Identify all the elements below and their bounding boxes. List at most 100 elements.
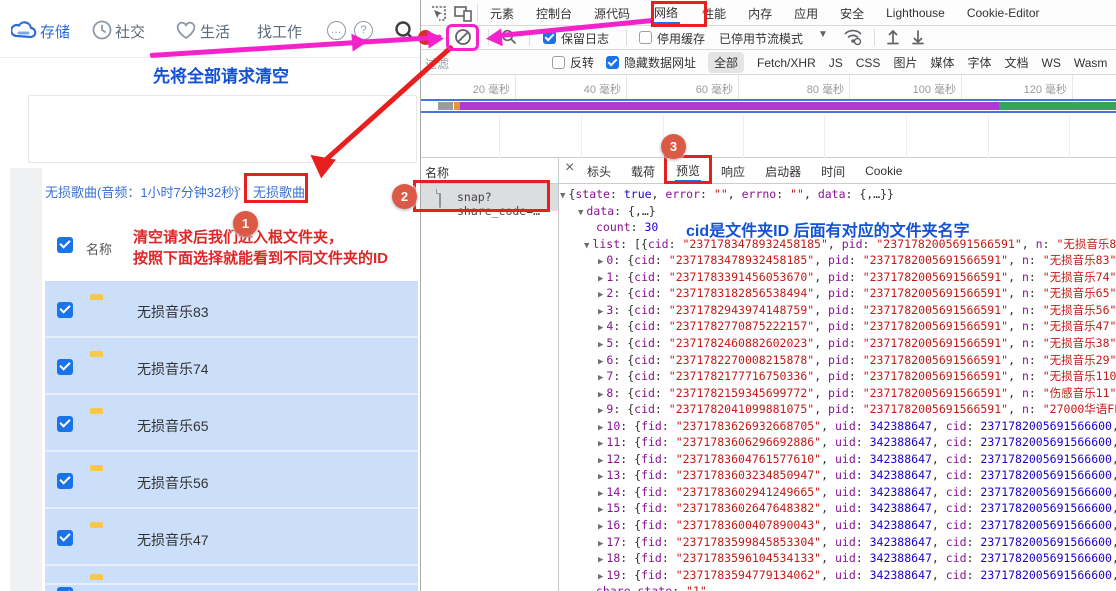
folder-row[interactable] — [45, 566, 418, 585]
band-gridline — [581, 115, 582, 158]
invert-label[interactable]: 反转 — [570, 54, 594, 71]
folder-name[interactable]: 无损音乐56 — [137, 473, 209, 493]
breadcrumb-root[interactable]: 无损歌曲(音频：1小时7分钟32秒) — [45, 182, 239, 201]
ruler-tick — [961, 75, 962, 99]
disable-cache-checkbox[interactable] — [639, 31, 652, 44]
tab-Lighthouse[interactable]: Lighthouse — [886, 6, 945, 20]
row-checkbox[interactable] — [57, 473, 73, 489]
folder-name[interactable]: 无损音乐65 — [137, 416, 209, 436]
filter-chip-Fetch/XHR[interactable]: Fetch/XHR — [757, 56, 816, 70]
row-checkbox[interactable] — [57, 530, 73, 546]
filter-chip-WS[interactable]: WS — [1042, 56, 1061, 70]
request-name-header[interactable]: 名称 — [425, 164, 449, 181]
filter-chip-CSS[interactable]: CSS — [856, 56, 881, 70]
clock-icon — [92, 20, 112, 40]
filter-chip-字体[interactable]: 字体 — [967, 54, 991, 71]
step-badge-1: 1 — [233, 211, 258, 236]
ruler-tick — [849, 75, 850, 99]
timeline-ruler — [421, 75, 1116, 100]
tab-Cookie-Editor[interactable]: Cookie-Editor — [967, 6, 1040, 20]
band-gridline — [988, 115, 989, 158]
json-preview[interactable]: ▼{state: true, error: "", errno: "", dat… — [558, 186, 1116, 591]
nav-life[interactable]: 生活 — [200, 21, 230, 42]
more-ellipsis-icon[interactable]: … — [327, 21, 346, 40]
filter-chip-文档[interactable]: 文档 — [1004, 54, 1028, 71]
tab-内存[interactable]: 内存 — [748, 5, 772, 22]
nav-social[interactable]: 社交 — [115, 21, 145, 42]
ruler-label: 80 毫秒 — [807, 81, 844, 97]
toolbar-separator — [626, 29, 627, 46]
tab-安全[interactable]: 安全 — [840, 5, 864, 22]
tab-应用[interactable]: 应用 — [794, 5, 818, 22]
left-gutter — [10, 168, 42, 591]
row-checkbox[interactable] — [57, 359, 73, 375]
inspect-element-icon[interactable] — [430, 5, 447, 22]
invert-checkbox[interactable] — [552, 56, 565, 69]
magenta-arrowhead-left — [485, 28, 503, 47]
folder-row[interactable]: 无损音乐47 — [45, 509, 418, 566]
device-toolbar-icon[interactable] — [454, 5, 472, 22]
nav-jobs[interactable]: 找工作 — [257, 21, 302, 42]
ruler-tick — [515, 75, 516, 99]
select-all-checkbox[interactable] — [57, 237, 73, 253]
throttling-caret-icon[interactable]: ▼ — [818, 29, 828, 40]
folder-row[interactable]: 无损音乐74 — [45, 338, 418, 395]
overview-strip[interactable] — [421, 99, 1116, 113]
folder-row[interactable]: 无损音乐56 — [45, 452, 418, 509]
export-har-icon[interactable] — [910, 28, 926, 46]
json-line[interactable]: share_state: "1" — [596, 583, 707, 591]
folder-name[interactable]: 无损音乐47 — [137, 530, 209, 550]
row-checkbox[interactable] — [57, 416, 73, 432]
breadcrumb-separator: > — [234, 182, 241, 196]
row-checkbox[interactable] — [57, 587, 73, 591]
panel-tab-响应[interactable]: 响应 — [721, 163, 745, 180]
step-badge-3: 3 — [661, 134, 686, 159]
filter-chip-媒体[interactable]: 媒体 — [930, 54, 954, 71]
filter-chip-图片[interactable]: 图片 — [893, 54, 917, 71]
filter-options: 反转 隐藏数据网址 全部 Fetch/XHR JS CSS 图片媒体字体文档 WS Wasm… — [552, 50, 1116, 75]
folder-row[interactable]: 无损音乐65 — [45, 395, 418, 452]
hide-data-urls-label[interactable]: 隐藏数据网址 — [624, 54, 696, 71]
heart-icon — [175, 20, 197, 40]
panel-tab-时间[interactable]: 时间 — [821, 163, 845, 180]
highlight-box-breadcrumb — [244, 173, 308, 203]
filter-chip-全部[interactable]: 全部 — [708, 52, 744, 73]
row-checkbox[interactable] — [57, 302, 73, 318]
list-name-header: 名称 — [86, 239, 112, 258]
band-gridline — [824, 115, 825, 158]
throttling-select[interactable]: 已停用节流模式 — [719, 30, 803, 47]
ruler-label: 20 毫秒 — [473, 81, 510, 97]
folder-name[interactable]: 无损音乐74 — [137, 359, 209, 379]
tab-控制台[interactable]: 控制台 — [536, 5, 572, 22]
highlight-box-preview-tab — [664, 155, 712, 184]
ruler-label: 60 毫秒 — [696, 81, 733, 97]
panel-tab-标头[interactable]: 标头 — [587, 163, 611, 180]
network-conditions-icon[interactable] — [843, 28, 863, 46]
panel-tab-载荷[interactable]: 载荷 — [631, 163, 655, 180]
filter-chip-JS[interactable]: JS — [829, 56, 843, 70]
highlight-box-clear-button — [446, 24, 479, 51]
annotation-folder-note-2: 按照下面选择就能看到不同文件夹的ID — [133, 247, 388, 268]
band-gridline — [1069, 115, 1070, 158]
tab-源代码[interactable]: 源代码 — [594, 5, 630, 22]
nav-storage[interactable]: 存储 — [40, 21, 70, 42]
screenshot-root: 存储 社交 生活 找工作 … ? 先将全部请求清空 无损歌曲(音频：1小时7分钟… — [0, 0, 1116, 591]
annotation-clear-requests: 先将全部请求清空 — [153, 62, 289, 87]
band-gridline — [743, 115, 744, 158]
panel-tab-启动器[interactable]: 启动器 — [765, 163, 801, 180]
overview-gray-segment — [438, 102, 453, 110]
close-panel-icon[interactable]: × — [565, 160, 574, 176]
folder-list: 无损音乐83 无损音乐74 无损音乐65 无损音乐56 无损音乐47 — [45, 281, 418, 591]
import-har-icon[interactable] — [885, 28, 901, 46]
preserve-log-label[interactable]: 保留日志 — [561, 30, 609, 47]
disable-cache-label[interactable]: 停用缓存 — [657, 30, 705, 47]
devtools-tabs: 元素控制台源代码网络性能内存应用安全LighthouseCookie-Edito… — [484, 0, 1116, 26]
folder-row[interactable]: 无损音乐83 — [45, 281, 418, 338]
json-line[interactable]: count: 30 — [596, 219, 658, 236]
overview-green-bar — [999, 102, 1116, 110]
hide-data-urls-checkbox[interactable] — [606, 56, 619, 69]
filter-chip-Wasm[interactable]: Wasm — [1074, 56, 1108, 70]
tab-元素[interactable]: 元素 — [490, 5, 514, 22]
folder-name[interactable]: 无损音乐83 — [137, 302, 209, 322]
panel-tab-Cookie[interactable]: Cookie — [865, 164, 902, 178]
